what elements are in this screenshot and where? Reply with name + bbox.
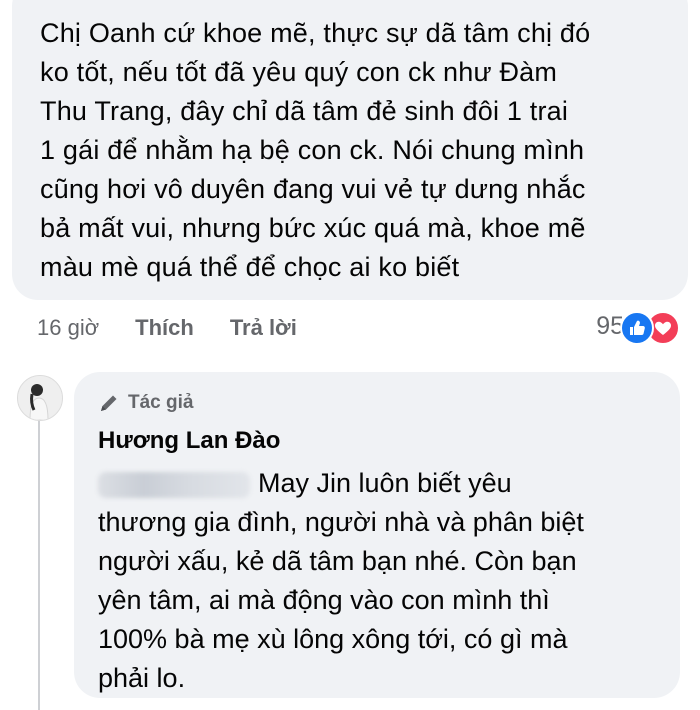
author-badge: Tác giả bbox=[98, 390, 662, 416]
pencil-icon bbox=[101, 395, 117, 411]
reply-text-block: May Jin luôn biết yêu thương gia đình, n… bbox=[98, 464, 662, 698]
reply-bubble: Tác giả Hương Lan Đào May Jin luôn biết … bbox=[74, 372, 680, 698]
like-button[interactable]: Thích bbox=[135, 315, 194, 341]
comment-actions: 16 giờ Thích Trả lời bbox=[37, 311, 297, 345]
reply-author-name[interactable]: Hương Lan Đào bbox=[98, 426, 662, 456]
blurred-mention[interactable] bbox=[98, 471, 250, 498]
author-badge-label: Tác giả bbox=[128, 392, 194, 413]
author-avatar[interactable] bbox=[17, 375, 63, 421]
reply-text: May Jin luôn biết yêu thương gia đình, n… bbox=[98, 468, 584, 693]
thread-line bbox=[38, 410, 40, 710]
reply-button[interactable]: Trả lời bbox=[230, 315, 297, 341]
comment-timestamp[interactable]: 16 giờ bbox=[37, 315, 99, 341]
like-icon bbox=[620, 311, 654, 345]
reaction-summary[interactable] bbox=[620, 309, 690, 345]
comment-text: Chị Oanh cứ khoe mẽ, thực sự dã tâm chị … bbox=[40, 18, 591, 282]
comment-bubble: Chị Oanh cứ khoe mẽ, thực sự dã tâm chị … bbox=[12, 0, 688, 300]
